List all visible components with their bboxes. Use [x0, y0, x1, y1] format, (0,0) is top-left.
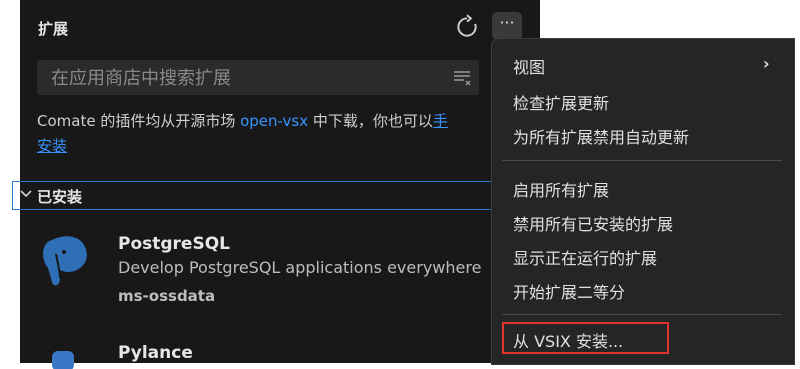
- marketplace-notice: Comate 的插件均从开源市场 open-vsx 中下载，你也可以手 安装: [37, 109, 502, 159]
- extension-name: Pylance: [118, 343, 193, 363]
- installed-section-header[interactable]: 已安装: [12, 181, 540, 210]
- refresh-icon[interactable]: [454, 14, 480, 40]
- highlight-box: [502, 322, 669, 354]
- panel-title: 扩展: [38, 20, 69, 38]
- menu-separator: [502, 160, 782, 161]
- extension-description: Develop PostgreSQL applications everywhe…: [118, 258, 482, 277]
- manual-install-link-start[interactable]: 手: [433, 112, 448, 130]
- menu-item-disable-all-installed[interactable]: 禁用所有已安装的扩展: [513, 211, 673, 235]
- menu-item-enable-all[interactable]: 启用所有扩展: [513, 177, 609, 201]
- menu-item-disable-auto-update[interactable]: 为所有扩展禁用自动更新: [513, 124, 689, 148]
- notice-text: Comate 的插件均从开源市场: [37, 112, 241, 130]
- extension-name: PostgreSQL: [118, 234, 230, 254]
- search-box[interactable]: [37, 60, 479, 95]
- pylance-icon: [52, 351, 74, 369]
- postgresql-elephant-icon: [43, 236, 87, 286]
- more-icon: ···: [499, 13, 515, 32]
- filter-icon[interactable]: [453, 70, 473, 86]
- more-actions-button[interactable]: ···: [492, 12, 522, 40]
- extension-item-pylance[interactable]: Pylance: [20, 335, 540, 369]
- extensions-panel: 扩展 ··· Comate 的插件均从开源市场 open-vsx 中下载，你也可…: [12, 0, 540, 369]
- search-input[interactable]: [49, 66, 453, 90]
- menu-separator: [502, 314, 782, 315]
- chevron-down-icon: [20, 190, 32, 198]
- manual-install-link[interactable]: 安装: [37, 137, 67, 155]
- menu-item-show-running[interactable]: 显示正在运行的扩展: [513, 245, 657, 269]
- open-vsx-link[interactable]: open-vsx: [240, 112, 308, 130]
- menu-item-label: 视图: [513, 58, 546, 77]
- section-label: 已安装: [37, 188, 83, 206]
- context-menu: 视图 › 检查扩展更新 为所有扩展禁用自动更新 启用所有扩展 禁用所有已安装的扩…: [491, 38, 795, 365]
- menu-item-view[interactable]: 视图 ›: [513, 54, 770, 78]
- menu-item-start-bisect[interactable]: 开始扩展二等分: [513, 279, 625, 303]
- extension-item-postgresql[interactable]: PostgreSQL Develop PostgreSQL applicatio…: [20, 222, 540, 317]
- notice-text-2: 中下载，你也可以: [308, 112, 433, 130]
- menu-item-check-updates[interactable]: 检查扩展更新: [513, 90, 609, 114]
- chevron-right-icon: ›: [763, 54, 770, 73]
- extension-publisher: ms-ossdata: [118, 287, 216, 305]
